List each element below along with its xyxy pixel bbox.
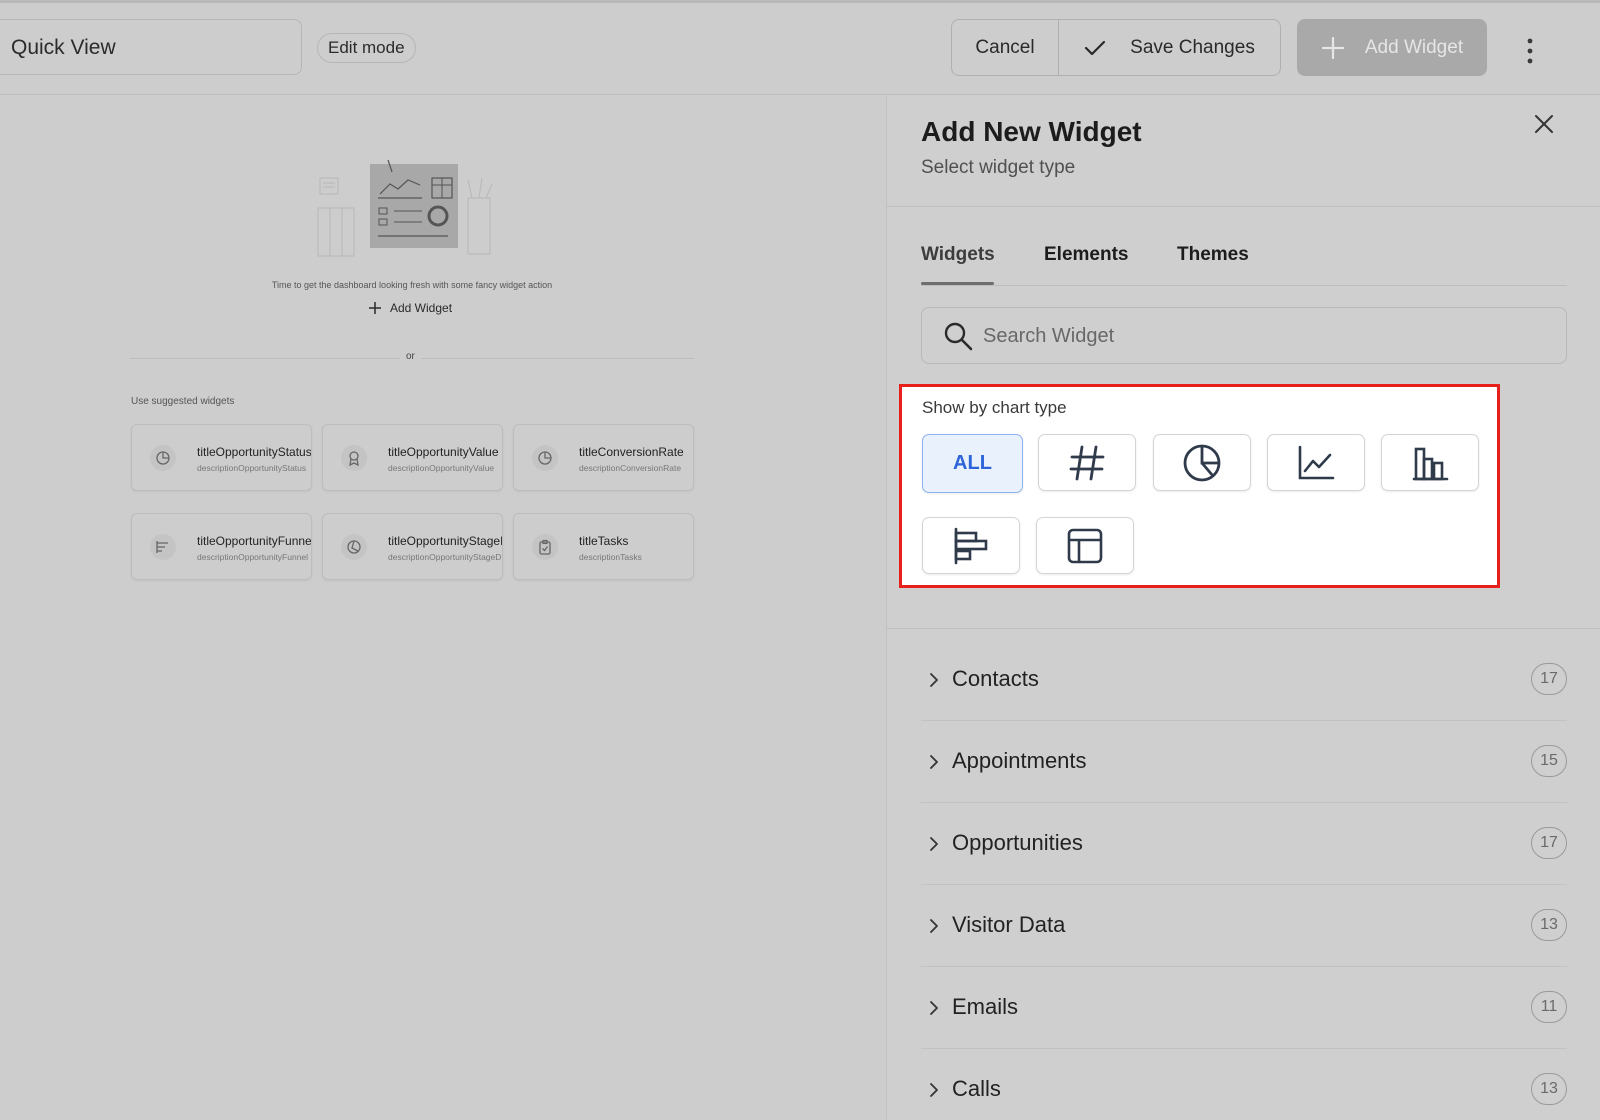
line-chart-icon [1298, 445, 1335, 479]
pie-chart-icon [150, 445, 176, 471]
panel-title: Add New Widget [921, 116, 1142, 147]
plus-icon [369, 302, 381, 314]
chevron-right-icon [930, 919, 938, 933]
chevron-right-icon [930, 1083, 938, 1097]
panel-subtitle: Select widget type [921, 157, 1076, 178]
search-widget-input[interactable]: Search Widget [921, 307, 1567, 364]
suggested-widget-description: descriptionOpportunityStatus [197, 463, 307, 473]
dashboard-name-input[interactable]: Quick View [0, 19, 302, 75]
close-icon[interactable] [1532, 112, 1556, 136]
empty-state-message: Time to get the dashboard looking fresh … [271, 280, 553, 290]
chart-type-number-button[interactable] [1038, 434, 1136, 491]
add-widget-label: Add Widget [1364, 36, 1464, 58]
suggested-widget-card[interactable]: titleOpportunityStatus descriptionOpport… [131, 424, 312, 491]
search-placeholder: Search Widget [983, 325, 1115, 347]
category-name: Visitor Data [952, 912, 1066, 937]
category-emails[interactable]: Emails 11 [921, 967, 1567, 1049]
category-count-badge: 13 [1531, 909, 1567, 941]
save-changes-button[interactable]: Save Changes [1059, 20, 1280, 75]
suggested-widget-description: descriptionOpportunityValue [388, 463, 495, 473]
check-icon [1085, 40, 1106, 55]
category-appointments[interactable]: Appointments 15 [921, 721, 1567, 803]
chevron-right-icon [930, 755, 938, 769]
category-calls[interactable]: Calls 13 [921, 1049, 1567, 1120]
funnel-bars-icon [150, 534, 176, 560]
clipboard-icon [532, 534, 558, 560]
suggested-widgets-title: Use suggested widgets [131, 396, 235, 407]
suggested-widget-description: descriptionOpportunityStageD [388, 552, 502, 562]
cancel-button[interactable]: Cancel [952, 20, 1059, 75]
suggested-widget-card[interactable]: titleConversionRate descriptionConversio… [513, 424, 694, 491]
chart-type-pie-button[interactable] [1153, 434, 1251, 491]
category-name: Calls [952, 1076, 1001, 1101]
suggested-widget-title: titleOpportunityFunnel [197, 534, 312, 548]
edit-actions: Cancel Save Changes [951, 19, 1281, 76]
suggested-widget-title: titleConversionRate [579, 445, 684, 459]
suggested-widget-description: descriptionTasks [579, 552, 642, 562]
chart-type-all-button[interactable]: ALL [922, 434, 1023, 493]
panel-divider [887, 206, 1600, 207]
plus-icon [1321, 36, 1344, 59]
category-count-badge: 11 [1531, 991, 1567, 1023]
award-icon [341, 445, 367, 471]
tab-elements[interactable]: Elements [1044, 244, 1128, 266]
chart-type-bar-button[interactable] [1381, 434, 1479, 491]
chart-filter-label: Show by chart type [922, 398, 1067, 417]
chevron-right-icon [930, 673, 938, 687]
category-name: Opportunities [952, 830, 1083, 855]
suggested-widget-description: descriptionOpportunityFunnel [197, 552, 309, 562]
table-icon [1067, 528, 1103, 563]
add-widget-panel: Add New Widget Select widget type Widget… [886, 96, 1600, 1120]
more-options-icon[interactable] [1524, 36, 1536, 66]
category-name: Contacts [952, 666, 1039, 691]
chart-type-filter: Show by chart type ALL [899, 384, 1500, 588]
suggested-widget-title: titleOpportunityValue [388, 445, 499, 459]
chevron-right-icon [930, 1001, 938, 1015]
circle-chart-icon [341, 534, 367, 560]
pie-chart-icon [1183, 444, 1221, 481]
suggested-widget-title: titleOpportunityStageD [388, 534, 503, 548]
edit-mode-badge: Edit mode [317, 33, 416, 63]
suggested-widget-description: descriptionConversionRate [579, 463, 682, 473]
chart-type-horizontal-bar-button[interactable] [922, 517, 1020, 574]
chevron-right-icon [930, 837, 938, 851]
tab-themes[interactable]: Themes [1177, 244, 1249, 266]
dashboard-canvas: Time to get the dashboard looking fresh … [0, 96, 886, 1120]
suggested-widget-card[interactable]: titleTasks descriptionTasks [513, 513, 694, 580]
search-icon [944, 322, 973, 351]
add-widget-link[interactable]: Add Widget [369, 301, 452, 315]
add-widget-link-label: Add Widget [390, 301, 453, 315]
number-hash-icon [1069, 445, 1105, 480]
panel-divider [887, 628, 1600, 629]
chart-type-all-label: ALL [953, 452, 992, 474]
suggested-widget-card[interactable]: titleOpportunityStageD descriptionOpport… [322, 513, 503, 580]
tab-widgets[interactable]: Widgets [921, 244, 995, 266]
or-label: or [400, 351, 421, 362]
category-count-badge: 17 [1531, 827, 1567, 859]
category-opportunities[interactable]: Opportunities 17 [921, 803, 1567, 885]
save-changes-label: Save Changes [1130, 36, 1255, 58]
horizontal-bar-chart-icon [954, 527, 988, 564]
category-count-badge: 13 [1531, 1073, 1567, 1105]
suggested-widget-card[interactable]: titleOpportunityFunnel descriptionOpport… [131, 513, 312, 580]
active-tab-indicator [921, 282, 994, 285]
category-name: Appointments [952, 748, 1087, 773]
category-count-badge: 17 [1531, 663, 1567, 695]
category-name: Emails [952, 994, 1019, 1019]
panel-tabs: Widgets Elements Themes [921, 238, 1567, 286]
category-contacts[interactable]: Contacts 17 [921, 639, 1567, 721]
dashboard-header: Quick View Edit mode Cancel Save Changes… [0, 3, 1600, 95]
category-visitor-data[interactable]: Visitor Data 13 [921, 885, 1567, 967]
chart-type-table-button[interactable] [1036, 517, 1134, 574]
empty-dashboard-illustration [317, 159, 493, 257]
chart-type-line-button[interactable] [1267, 434, 1365, 491]
suggested-widget-card[interactable]: titleOpportunityValue descriptionOpportu… [322, 424, 503, 491]
category-count-badge: 15 [1531, 745, 1567, 777]
pie-chart-icon [532, 445, 558, 471]
dashboard-name: Quick View [11, 36, 116, 59]
add-widget-button[interactable]: Add Widget [1297, 19, 1487, 76]
suggested-widget-title: titleOpportunityStatus [197, 445, 312, 459]
bar-chart-icon [1412, 447, 1449, 480]
suggested-widget-title: titleTasks [579, 534, 629, 548]
